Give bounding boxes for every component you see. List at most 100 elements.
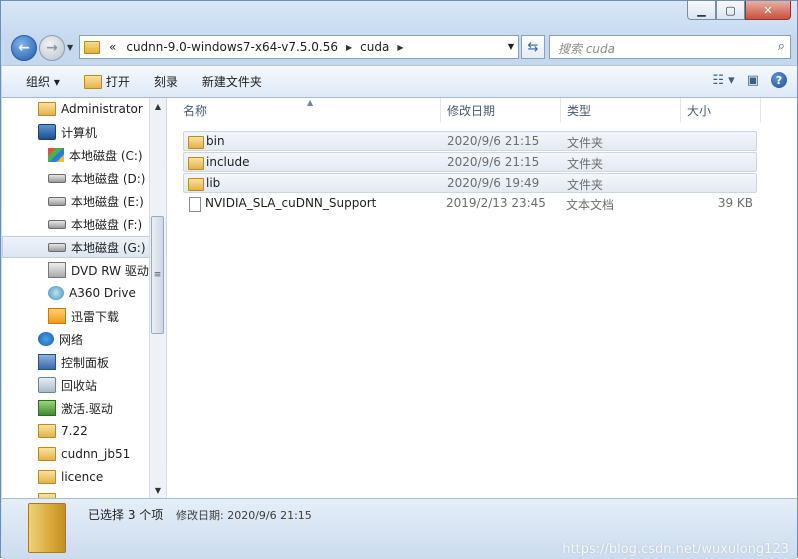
file-date: 2020/9/6 21:15 (447, 155, 540, 169)
cloud-drive-icon (48, 286, 64, 300)
selection-count: 已选择 3 个项 (88, 508, 164, 522)
explorer-window: ▁ ▢ ✕ ← → ▼ « cudnn-9.0-windows7-x64-v7.… (0, 0, 798, 559)
help-icon[interactable]: ? (771, 72, 787, 88)
preview-pane-icon[interactable]: ▣ (747, 73, 759, 88)
sidebar-item-drive-g[interactable]: 本地磁盘 (G:) (2, 236, 150, 258)
file-row-bin[interactable]: bin 2020/9/6 21:15 文件夹 (183, 131, 757, 151)
navigation-pane: Administrator 计算机 本地磁盘 (C:) 本地磁盘 (D:) 本地… (2, 98, 165, 498)
dvd-icon (48, 262, 66, 278)
address-bar[interactable]: « cudnn-9.0-windows7-x64-v7.5.0.56 ▶ cud… (79, 35, 519, 59)
column-header-type[interactable]: 类型 (561, 98, 681, 123)
column-header-date[interactable]: 修改日期 (441, 98, 561, 123)
sidebar-item-drive-f[interactable]: 本地磁盘 (F:) (2, 213, 165, 235)
back-button[interactable]: ← (11, 35, 37, 61)
file-type: 文件夹 (567, 136, 604, 150)
navigation-row: ← → ▼ « cudnn-9.0-windows7-x64-v7.5.0.56… (9, 33, 791, 61)
sidebar-item-network[interactable]: 网络 (2, 328, 165, 350)
maximize-button[interactable]: ▢ (716, 1, 745, 20)
computer-icon (38, 124, 56, 140)
scrollbar-thumb[interactable]: ≡ (151, 216, 164, 334)
sidebar-item-drive-d[interactable]: 本地磁盘 (D:) (2, 167, 165, 189)
sidebar-item-licence[interactable]: licence (2, 466, 165, 488)
drive-icon (48, 173, 66, 183)
windows-drive-icon (48, 148, 64, 162)
folder-icon (84, 40, 100, 54)
folder-icon (38, 447, 56, 461)
sidebar-item-drive-c[interactable]: 本地磁盘 (C:) (2, 144, 165, 166)
sidebar-item-computer[interactable]: 计算机 (2, 121, 165, 143)
sidebar-item-thunder[interactable]: 迅雷下载 (2, 305, 165, 327)
sidebar-item-dvd[interactable]: DVD RW 驱动 (2, 259, 165, 281)
scroll-down-icon[interactable]: ▼ (150, 482, 166, 498)
folder-icon (188, 178, 204, 191)
sidebar-item-7-22[interactable]: 7.22 (2, 420, 165, 442)
sidebar-item-control-panel[interactable]: 控制面板 (2, 351, 165, 373)
burn-button[interactable]: 刻录 (142, 73, 190, 90)
file-name: lib (206, 176, 221, 190)
breadcrumb-parent[interactable]: cudnn-9.0-windows7-x64-v7.5.0.56 (121, 40, 343, 54)
text-document-icon (189, 197, 201, 212)
breadcrumb-current[interactable]: cuda (355, 40, 394, 54)
control-panel-icon (38, 354, 56, 370)
watermark: https://blog.csdn.net/wuxulong123 (562, 542, 789, 557)
forward-button[interactable]: → (39, 35, 65, 61)
chevron-right-icon[interactable]: ▶ (394, 43, 406, 52)
scroll-up-icon[interactable]: ▲ (150, 98, 166, 114)
folder-icon (188, 136, 204, 149)
sidebar-item-a360[interactable]: A360 Drive (2, 282, 165, 304)
file-date: 2019/2/13 23:45 (446, 196, 546, 210)
search-placeholder: 搜索 cuda (558, 42, 615, 56)
caption-buttons: ▁ ▢ ✕ (687, 1, 791, 20)
selection-modified-date: 修改日期: 2020/9/6 21:15 (176, 509, 312, 522)
activation-icon (38, 400, 56, 416)
file-list: ▲ 名称 修改日期 类型 大小 bin 2020/9/6 21:15 文件夹 i… (167, 98, 797, 498)
organize-button[interactable]: 组织 ▾ (2, 73, 72, 90)
file-row-lib[interactable]: lib 2020/9/6 19:49 文件夹 (183, 173, 757, 193)
details-pane: 已选择 3 个项 修改日期: 2020/9/6 21:15 https://bl… (2, 498, 797, 559)
search-input[interactable]: 搜索 cuda ⌕ (549, 35, 791, 59)
thunder-folder-icon (48, 308, 66, 324)
search-icon[interactable]: ⌕ (778, 39, 785, 54)
view-controls: ☷ ▾ ▣ ? (700, 72, 787, 88)
address-dropdown-icon[interactable]: ▼ (508, 42, 514, 51)
file-row-nvidia-sla[interactable]: NVIDIA_SLA_cuDNN_Support 2019/2/13 23:45… (183, 194, 757, 214)
refresh-button[interactable]: ⇆ (521, 35, 545, 59)
sidebar-item-partial[interactable] (2, 489, 165, 498)
sidebar-item-drive-e[interactable]: 本地磁盘 (E:) (2, 190, 165, 212)
view-options-icon[interactable]: ☷ ▾ (712, 73, 734, 88)
sidebar-item-activation[interactable]: 激活.驱动 (2, 397, 165, 419)
file-date: 2020/9/6 21:15 (447, 134, 540, 148)
column-header-name[interactable]: 名称 (177, 98, 441, 123)
file-name: NVIDIA_SLA_cuDNN_Support (205, 196, 377, 210)
close-button[interactable]: ✕ (745, 1, 791, 20)
file-date: 2020/9/6 19:49 (447, 176, 540, 190)
drive-icon (48, 219, 66, 229)
column-header-size[interactable]: 大小 (681, 98, 761, 123)
command-bar: 组织 ▾ 打开 刻录 新建文件夹 ☷ ▾ ▣ ? (2, 65, 797, 98)
folder-stack-icon (28, 503, 66, 553)
recent-pages-dropdown[interactable]: ▼ (67, 43, 73, 52)
sidebar-item-administrator[interactable]: Administrator (2, 98, 165, 120)
refresh-icon: ⇆ (527, 39, 539, 55)
minimize-button[interactable]: ▁ (687, 1, 716, 20)
open-folder-icon (83, 74, 102, 89)
new-folder-button[interactable]: 新建文件夹 (190, 73, 274, 90)
file-row-include[interactable]: include 2020/9/6 21:15 文件夹 (183, 152, 757, 172)
open-button[interactable]: 打开 (72, 73, 142, 90)
file-name: include (206, 155, 250, 169)
sidebar-item-cudnn-jb51[interactable]: cudnn_jb51 (2, 443, 165, 465)
chevron-right-icon[interactable]: ▶ (343, 43, 355, 52)
file-type: 文本文档 (566, 198, 615, 212)
folder-icon (38, 424, 56, 438)
user-folder-icon (38, 102, 56, 116)
drive-icon (48, 242, 66, 252)
network-icon (38, 332, 54, 346)
sidebar-item-recycle-bin[interactable]: 回收站 (2, 374, 165, 396)
breadcrumb-overflow[interactable]: « (104, 40, 121, 54)
file-size: 39 KB (717, 196, 753, 210)
navigation-scrollbar[interactable]: ▲ ≡ ▼ (149, 98, 166, 498)
file-type: 文件夹 (567, 157, 604, 171)
folder-icon (188, 157, 204, 170)
recycle-bin-icon (38, 377, 56, 393)
folder-icon (38, 470, 56, 484)
